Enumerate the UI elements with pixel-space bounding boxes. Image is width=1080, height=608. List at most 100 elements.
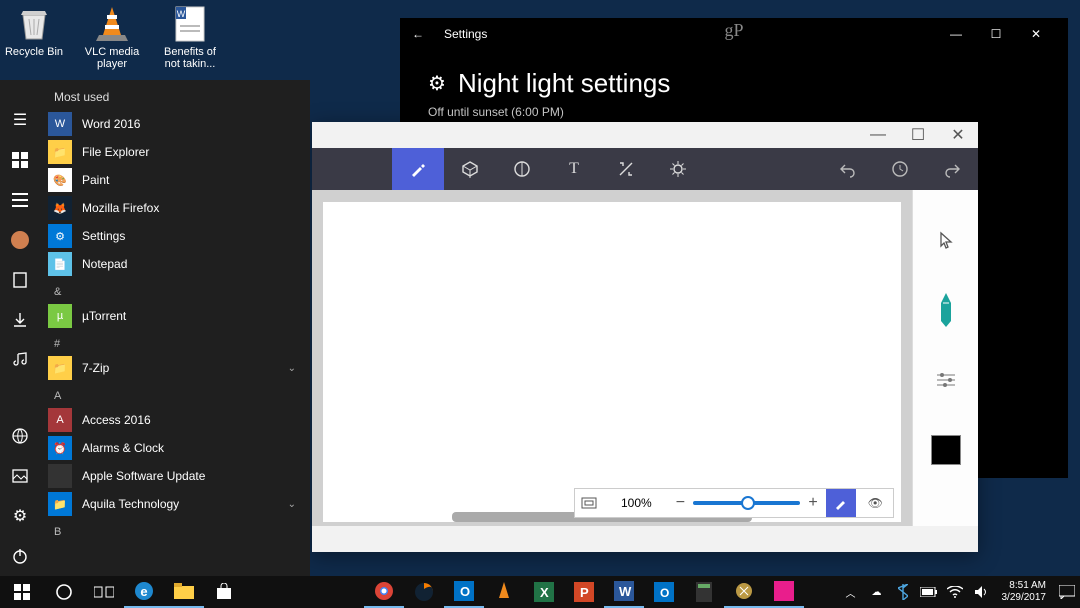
undo-button[interactable]: [822, 148, 874, 190]
taskbar-word[interactable]: W: [604, 576, 644, 608]
fit-screen-icon[interactable]: [581, 495, 597, 511]
taskbar-outlook2[interactable]: O: [644, 576, 684, 608]
color-swatch[interactable]: [926, 430, 966, 470]
tray-wifi-icon[interactable]: [942, 576, 968, 608]
history-button[interactable]: [874, 148, 926, 190]
desktop-icon-doc[interactable]: W Benefits of not takin...: [160, 4, 220, 70]
svg-text:e: e: [140, 584, 147, 599]
3d-tool-button[interactable]: [444, 148, 496, 190]
sliders-icon[interactable]: [926, 360, 966, 400]
canvas-area[interactable]: [312, 190, 912, 526]
taskbar: e O X P W O ︿ ☁ 8:51 AM 3/29/2017: [0, 576, 1080, 608]
taskbar-calculator[interactable]: [684, 576, 724, 608]
apple-su-icon: [48, 464, 72, 488]
user-avatar[interactable]: [0, 220, 40, 260]
app-item-alarms[interactable]: ⏰Alarms & Clock: [40, 434, 310, 462]
brush-mode-button[interactable]: [826, 489, 856, 517]
tray-chevron-up-icon[interactable]: ︿: [838, 576, 864, 608]
taskbar-powerpoint[interactable]: P: [564, 576, 604, 608]
select-tool[interactable]: [926, 220, 966, 260]
system-tray: ︿ ☁ 8:51 AM 3/29/2017: [838, 576, 1080, 608]
paint3d-window: — ☐ ✕ T 100% − + 👁: [312, 122, 978, 552]
marker-tool[interactable]: [926, 290, 966, 330]
app-item-utorrent[interactable]: µµTorrent: [40, 302, 310, 330]
app-item-word[interactable]: WWord 2016: [40, 110, 310, 138]
text-tool-button[interactable]: T: [548, 148, 600, 190]
pictures-icon[interactable]: [0, 456, 40, 496]
app-label: µTorrent: [82, 309, 126, 323]
taskbar-file-explorer[interactable]: [164, 576, 204, 608]
downloads-icon[interactable]: [0, 300, 40, 340]
app-label: Mozilla Firefox: [82, 201, 159, 215]
task-view-button[interactable]: [84, 576, 124, 608]
taskbar-excel[interactable]: X: [524, 576, 564, 608]
maximize-icon[interactable]: ☐: [976, 18, 1016, 50]
minimize-icon[interactable]: —: [858, 122, 898, 148]
tray-bluetooth-icon[interactable]: [890, 576, 916, 608]
rail-tiles-icon[interactable]: [0, 140, 40, 180]
rail-list-icon[interactable]: [0, 180, 40, 220]
minimize-icon[interactable]: —: [936, 18, 976, 50]
taskbar-snip[interactable]: [724, 576, 764, 608]
svg-text:O: O: [660, 586, 669, 600]
app-item-firefox[interactable]: 🦊Mozilla Firefox: [40, 194, 310, 222]
zoom-out-button[interactable]: −: [676, 494, 685, 512]
redo-button[interactable]: [926, 148, 978, 190]
app-item-aquila[interactable]: 📁Aquila Technology⌄: [40, 490, 310, 518]
settings-icon[interactable]: ⚙: [0, 496, 40, 536]
effects-tool-button[interactable]: [652, 148, 704, 190]
notepad-icon: 📄: [48, 252, 72, 276]
desktop-icon-recycle-bin[interactable]: Recycle Bin: [4, 4, 64, 70]
taskbar-edge[interactable]: e: [124, 576, 164, 608]
clock-time: 8:51 AM: [1002, 580, 1047, 592]
power-icon[interactable]: [0, 536, 40, 576]
app-item-paint[interactable]: 🎨Paint: [40, 166, 310, 194]
music-icon[interactable]: [0, 340, 40, 380]
taskbar-chrome[interactable]: [364, 576, 404, 608]
start-button[interactable]: [0, 576, 44, 608]
desktop-icon-vlc[interactable]: VLC media player: [82, 4, 142, 70]
tray-volume-icon[interactable]: [968, 576, 994, 608]
documents-icon[interactable]: [0, 260, 40, 300]
vlc-icon: [92, 4, 132, 44]
brush-tool-button[interactable]: [392, 148, 444, 190]
taskbar-store[interactable]: [204, 576, 244, 608]
start-app-list[interactable]: Most usedWWord 2016📁File Explorer🎨Paint🦊…: [40, 80, 310, 576]
network-icon[interactable]: [0, 416, 40, 456]
close-icon[interactable]: ✕: [1016, 18, 1056, 50]
close-icon[interactable]: ✕: [938, 122, 978, 148]
back-icon[interactable]: ←: [412, 27, 424, 41]
app-item-file-explorer[interactable]: 📁File Explorer: [40, 138, 310, 166]
tray-onedrive-icon[interactable]: ☁: [864, 576, 890, 608]
action-center-icon[interactable]: [1054, 576, 1080, 608]
svg-text:O: O: [460, 584, 470, 599]
zoom-slider[interactable]: [693, 501, 800, 505]
list-header: &: [40, 278, 310, 302]
taskbar-vlc[interactable]: [484, 576, 524, 608]
zoom-in-button[interactable]: +: [808, 494, 817, 512]
taskbar-firefox[interactable]: [404, 576, 444, 608]
app-item-apple-su[interactable]: Apple Software Update: [40, 462, 310, 490]
docx-icon: W: [170, 4, 210, 44]
maximize-icon[interactable]: ☐: [898, 122, 938, 148]
app-item-7zip[interactable]: 📁7-Zip⌄: [40, 354, 310, 382]
canvas[interactable]: [323, 202, 901, 522]
tray-battery-icon[interactable]: [916, 576, 942, 608]
taskbar-outlook[interactable]: O: [444, 576, 484, 608]
cortana-button[interactable]: [44, 576, 84, 608]
app-item-notepad[interactable]: 📄Notepad: [40, 250, 310, 278]
hamburger-icon[interactable]: ☰: [0, 100, 40, 140]
alarms-icon: ⏰: [48, 436, 72, 460]
sticker-tool-button[interactable]: [496, 148, 548, 190]
access-icon: A: [48, 408, 72, 432]
7zip-icon: 📁: [48, 356, 72, 380]
paint-toolbar: T: [312, 148, 978, 190]
app-item-access[interactable]: AAccess 2016: [40, 406, 310, 434]
app-item-settings[interactable]: ⚙Settings: [40, 222, 310, 250]
aquila-icon: 📁: [48, 492, 72, 516]
clock[interactable]: 8:51 AM 3/29/2017: [994, 580, 1055, 604]
paint3d-titlebar[interactable]: — ☐ ✕: [312, 122, 978, 148]
taskbar-paint3d[interactable]: [764, 576, 804, 608]
canvas-tool-button[interactable]: [600, 148, 652, 190]
eye-icon[interactable]: 👁: [864, 496, 887, 510]
